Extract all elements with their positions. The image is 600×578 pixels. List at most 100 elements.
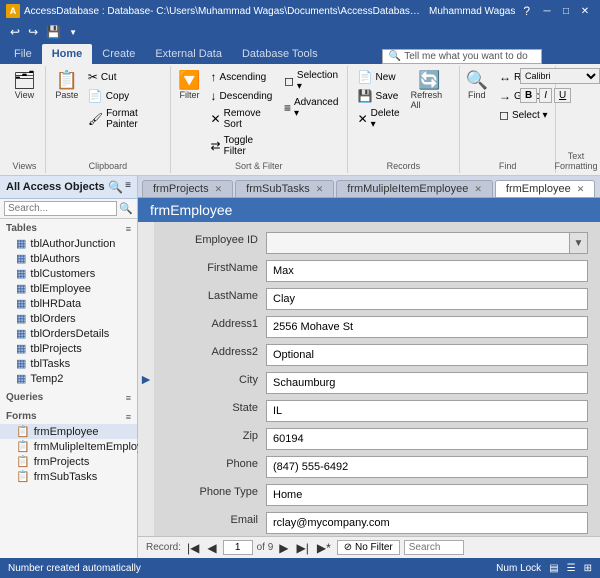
zip-input[interactable] — [266, 428, 588, 450]
nav-item-tblcustomers[interactable]: ▦ tblCustomers — [0, 266, 137, 281]
tables-section-header[interactable]: Tables ≡ — [0, 221, 137, 236]
last-record-button[interactable]: ▶| — [295, 541, 311, 555]
view-button[interactable]: 🗂 View — [8, 68, 41, 103]
ascending-button[interactable]: ↑ Ascending — [207, 68, 278, 86]
doc-tab-close-icon[interactable]: ✕ — [577, 184, 585, 195]
refresh-all-button[interactable]: 🔄 Refresh All — [406, 68, 454, 113]
advanced-button[interactable]: ≡ Advanced ▾ — [280, 95, 343, 121]
filter-label: Filter — [179, 90, 199, 100]
redo-button[interactable]: ↪ — [26, 24, 40, 40]
undo-button[interactable]: ↩ — [8, 24, 22, 40]
nav-item-frmprojects[interactable]: 📋 frmProjects — [0, 454, 137, 469]
nav-item-temp2[interactable]: ▦ Temp2 — [0, 371, 137, 386]
search-bar: 🔍 — [0, 199, 137, 219]
cut-button[interactable]: ✂ Cut — [84, 68, 164, 86]
new-record-button[interactable]: 📄 New — [354, 68, 404, 86]
forms-section-header[interactable]: Forms ≡ — [0, 409, 137, 424]
filter-status[interactable]: ⊘ No Filter — [337, 540, 400, 555]
email-input[interactable] — [266, 512, 588, 534]
paste-button[interactable]: 📋 Paste — [52, 68, 82, 103]
underline-button[interactable]: U — [554, 88, 571, 103]
filter-button[interactable]: 🔽 Filter — [174, 68, 204, 103]
nav-item-tblordersdetails[interactable]: ▦ tblOrdersDetails — [0, 326, 137, 341]
queries-section-header[interactable]: Queries ≡ — [0, 390, 137, 405]
nav-item-tblprojects[interactable]: ▦ tblProjects — [0, 341, 137, 356]
document-tabs: frmProjects ✕ frmSubTasks ✕ frmMulipleIt… — [138, 176, 600, 198]
delete-label: Delete ▾ — [371, 108, 400, 130]
nav-item-tbltasks[interactable]: ▦ tblTasks — [0, 356, 137, 371]
descending-button[interactable]: ↓ Descending — [207, 87, 278, 105]
search-input[interactable] — [4, 201, 117, 216]
doc-tab-close-icon[interactable]: ✕ — [316, 184, 324, 195]
tab-external-data[interactable]: External Data — [145, 44, 232, 64]
close-button[interactable]: ✕ — [576, 2, 594, 20]
doc-tab-close-icon[interactable]: ✕ — [474, 184, 482, 195]
save-quick-button[interactable]: 💾 — [44, 24, 63, 40]
advanced-label: Advanced ▾ — [294, 97, 339, 119]
nav-item-tblemployee[interactable]: ▦ tblEmployee — [0, 281, 137, 296]
records-group-label: Records — [387, 161, 421, 171]
status-bar: Number created automatically Num Lock ▤ … — [0, 558, 600, 578]
minimize-button[interactable]: ─ — [538, 2, 556, 20]
phone-input[interactable] — [266, 456, 588, 478]
view-grid-icon[interactable]: ⊞ — [584, 563, 592, 574]
state-input[interactable] — [266, 400, 588, 422]
italic-button[interactable]: I — [539, 88, 552, 103]
phonetype-input[interactable] — [266, 484, 588, 506]
nav-item-tblorders[interactable]: ▦ tblOrders — [0, 311, 137, 326]
quick-access-dropdown[interactable]: ▼ — [67, 27, 79, 38]
copy-label: Copy — [106, 91, 129, 102]
prev-record-button[interactable]: ◀ — [205, 541, 218, 555]
address1-input[interactable] — [266, 316, 588, 338]
panel-options-icon[interactable]: ≡ — [125, 180, 131, 194]
queries-section: Queries ≡ — [0, 388, 137, 407]
record-number-input[interactable] — [223, 540, 253, 555]
doc-tab-frmmulipleitememp[interactable]: frmMulipleItemEmployee ✕ — [336, 180, 493, 197]
tab-file[interactable]: File — [4, 44, 42, 64]
view-list-icon[interactable]: ☰ — [567, 563, 576, 574]
toggle-filter-button[interactable]: ⇄ Toggle Filter — [207, 133, 278, 159]
maximize-button[interactable]: □ — [557, 2, 575, 20]
nav-item-tblhrdata[interactable]: ▦ tblHRData — [0, 296, 137, 311]
find-icon: 🔍 — [466, 71, 488, 89]
nav-item-label: tblProjects — [30, 343, 81, 355]
delete-record-button[interactable]: ✕ Delete ▾ — [354, 106, 404, 132]
first-record-button[interactable]: |◀ — [185, 541, 201, 555]
copy-button[interactable]: 📄 Copy — [84, 87, 164, 105]
save-record-button[interactable]: 💾 Save — [354, 87, 404, 105]
panel-search-icon[interactable]: 🔍 — [108, 180, 123, 194]
selection-button[interactable]: ◻ Selection ▾ — [280, 68, 343, 94]
lastname-input[interactable] — [266, 288, 588, 310]
firstname-input[interactable] — [266, 260, 588, 282]
tab-home[interactable]: Home — [42, 44, 93, 64]
employeeid-btn[interactable]: ▼ — [570, 232, 588, 254]
form-nav-left-arrow[interactable]: ► — [138, 222, 154, 536]
doc-tab-close-icon[interactable]: ✕ — [215, 184, 223, 195]
doc-tab-frmemployee[interactable]: frmEmployee ✕ — [495, 180, 595, 197]
view-layout-icon[interactable]: ▤ — [549, 563, 558, 574]
help-icon[interactable]: ? — [523, 4, 530, 18]
tab-create[interactable]: Create — [92, 44, 145, 64]
nav-item-tblauthorjunction[interactable]: ▦ tblAuthorJunction — [0, 236, 137, 251]
address2-input[interactable] — [266, 344, 588, 366]
nav-item-tblauthors[interactable]: ▦ tblAuthors — [0, 251, 137, 266]
font-family-select[interactable]: Calibri — [520, 68, 600, 84]
doc-tab-frmprojects[interactable]: frmProjects ✕ — [142, 180, 233, 197]
bold-button[interactable]: B — [520, 88, 537, 103]
employeeid-input[interactable] — [266, 232, 570, 254]
tell-me-box[interactable]: 🔍 Tell me what you want to do — [382, 49, 542, 64]
new-nav-record-button[interactable]: ▶* — [315, 541, 333, 555]
nav-item-frmemployee[interactable]: 📋 frmEmployee — [0, 424, 137, 439]
nav-item-frmsubtasks[interactable]: 📋 frmSubTasks — [0, 469, 137, 484]
format-painter-button[interactable]: 🖌 Format Painter — [84, 106, 164, 132]
left-panel: All Access Objects 🔍 ≡ 🔍 Tables ≡ ▦ tblA… — [0, 176, 138, 558]
remove-sort-button[interactable]: ✕ Remove Sort — [207, 106, 278, 132]
nav-item-frmmulipleitememp[interactable]: 📋 frmMulipleItemEmployee — [0, 439, 137, 454]
views-group-label: Views — [13, 161, 37, 171]
record-search-input[interactable] — [404, 540, 464, 555]
doc-tab-frmsubtasks[interactable]: frmSubTasks ✕ — [235, 180, 334, 197]
next-record-button[interactable]: ▶ — [277, 541, 290, 555]
find-button[interactable]: 🔍 Find — [461, 68, 493, 103]
city-input[interactable] — [266, 372, 588, 394]
tab-database-tools[interactable]: Database Tools — [232, 44, 328, 64]
